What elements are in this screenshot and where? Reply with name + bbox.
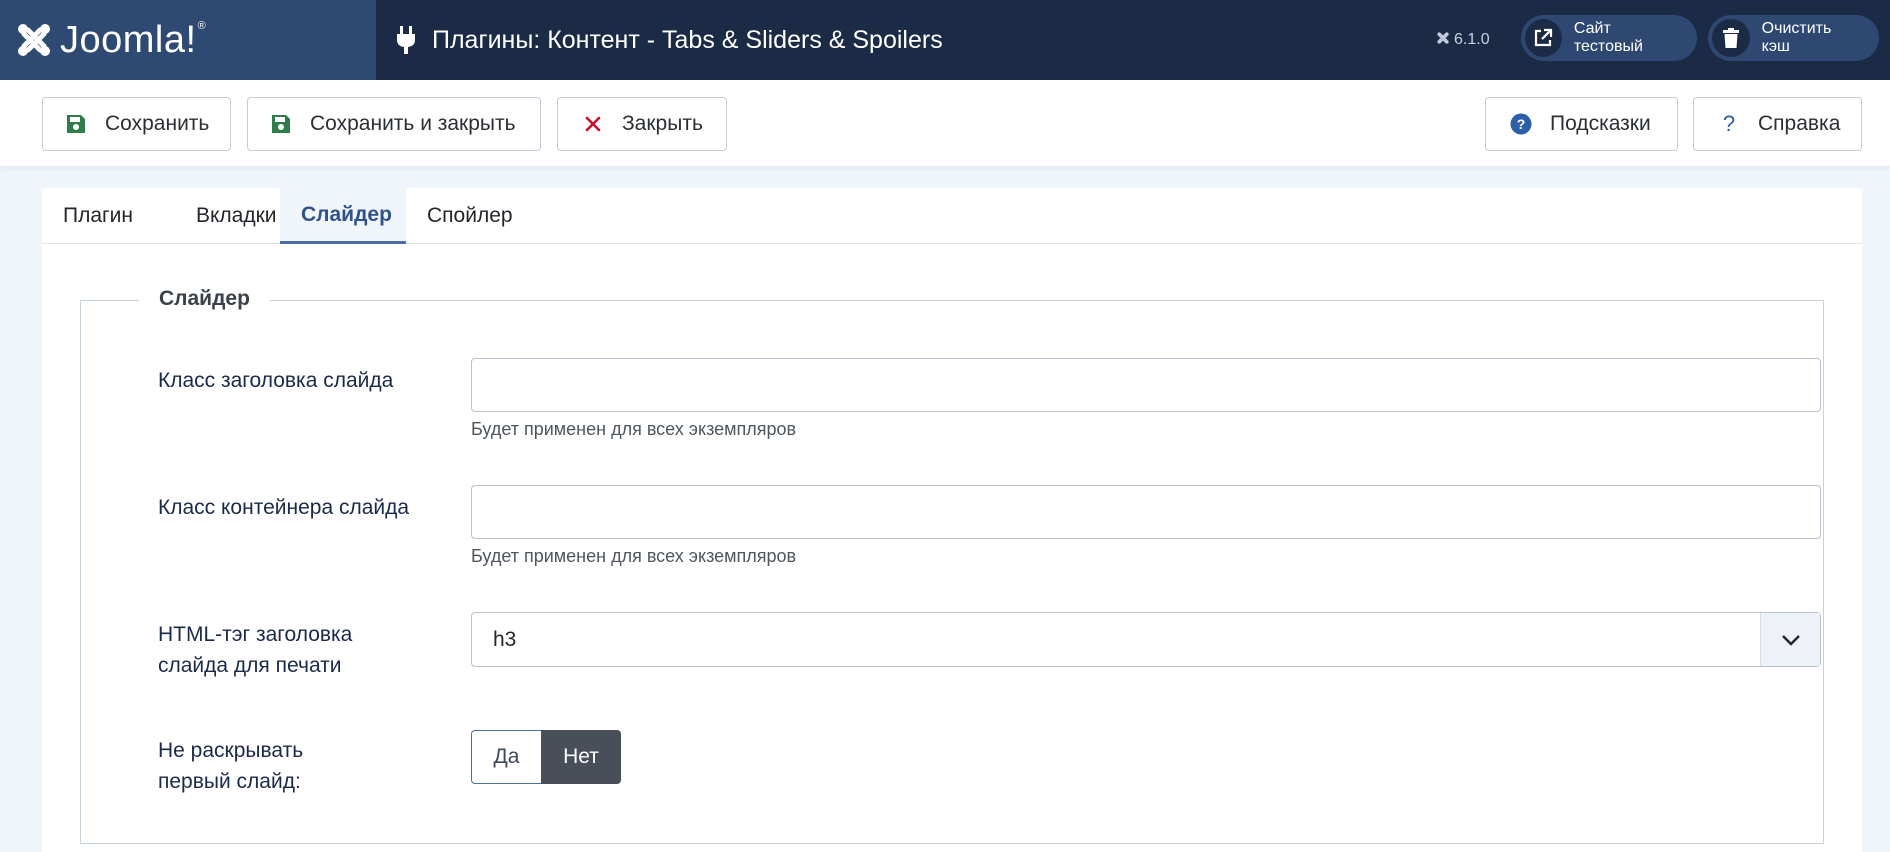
joomla-small-icon bbox=[1436, 31, 1454, 50]
toolbar: Сохранить Сохранить и закрыть Закрыть ? … bbox=[0, 80, 1890, 166]
close-label: Закрыть bbox=[622, 112, 703, 135]
title-class-hint: Будет применен для всех экземпляров bbox=[471, 419, 797, 439]
option-no[interactable]: Нет bbox=[541, 730, 621, 784]
page-title: Плагины: Контент - Tabs & Sliders & Spoi… bbox=[432, 25, 943, 54]
print-tag-label: HTML-тэг заголовка слайда для печати bbox=[158, 619, 352, 681]
print-tag-label-line2: слайда для печати bbox=[158, 654, 342, 677]
joomla-logo-icon bbox=[14, 20, 54, 60]
tab-slider[interactable]: Слайдер bbox=[280, 188, 406, 244]
help-label: Справка bbox=[1758, 112, 1841, 135]
question-icon: ? bbox=[1718, 113, 1740, 135]
top-header: Joomla! ® Плагины: Контент - Tabs & Slid… bbox=[0, 0, 1890, 80]
title-class-label: Класс заголовка слайда bbox=[158, 369, 394, 392]
trash-icon bbox=[1712, 19, 1750, 57]
page-title-area: Плагины: Контент - Tabs & Sliders & Spoi… bbox=[394, 0, 943, 80]
version-number: 6.1.0 bbox=[1454, 31, 1490, 48]
tab-bar: Плагин Вкладки Слайдер Спойлер bbox=[42, 188, 1862, 244]
view-site-label: Сайт тестовый bbox=[1573, 20, 1643, 55]
chevron-down-icon bbox=[1760, 613, 1820, 666]
container-class-input[interactable] bbox=[471, 485, 1821, 539]
svg-text:?: ? bbox=[1723, 113, 1735, 135]
print-tag-value: h3 bbox=[493, 627, 517, 651]
plugin-settings-card: Плагин Вкладки Слайдер Спойлер Слайдер К… bbox=[42, 188, 1862, 852]
option-yes[interactable]: Да bbox=[471, 730, 541, 784]
view-site-button[interactable]: Сайт тестовый bbox=[1521, 15, 1697, 61]
print-tag-label-line1: HTML-тэг заголовка bbox=[158, 623, 353, 646]
save-and-close-button[interactable]: Сохранить и закрыть bbox=[247, 97, 541, 151]
close-button[interactable]: Закрыть bbox=[557, 97, 727, 151]
tab-spoiler[interactable]: Спойлер bbox=[406, 188, 534, 244]
svg-text:?: ? bbox=[1517, 116, 1526, 132]
save-button[interactable]: Сохранить bbox=[42, 97, 231, 151]
save-label: Сохранить bbox=[105, 112, 210, 135]
no-expand-first-label-line1: Не раскрывать bbox=[158, 739, 304, 762]
external-link-icon bbox=[1525, 19, 1562, 57]
save-icon bbox=[65, 113, 87, 135]
brand-name: Joomla! bbox=[60, 18, 197, 61]
tips-button[interactable]: ? Подсказки bbox=[1485, 97, 1678, 151]
version-info: 6.1.0 bbox=[1436, 26, 1490, 54]
plug-icon bbox=[394, 25, 418, 55]
question-circle-icon: ? bbox=[1510, 113, 1532, 135]
save-icon bbox=[270, 113, 292, 135]
tab-plugin[interactable]: Плагин bbox=[42, 188, 154, 244]
title-class-input[interactable] bbox=[471, 358, 1821, 412]
clear-cache-button[interactable]: Очистить кэш bbox=[1708, 15, 1879, 61]
tips-label: Подсказки bbox=[1550, 112, 1651, 135]
print-tag-select[interactable]: h3 bbox=[471, 612, 1821, 667]
save-and-close-label: Сохранить и закрыть bbox=[310, 112, 516, 135]
slider-fieldset: Слайдер Класс заголовка слайда Будет при… bbox=[80, 287, 1824, 844]
brand-registered-mark: ® bbox=[197, 20, 206, 32]
container-class-label: Класс контейнера слайда bbox=[158, 496, 410, 519]
no-expand-first-label-line2: первый слайд: bbox=[158, 770, 301, 793]
no-expand-first-switcher: Да Нет bbox=[471, 730, 621, 784]
close-icon bbox=[582, 113, 604, 135]
container-class-hint: Будет применен для всех экземпляров bbox=[471, 546, 797, 566]
fieldset-legend: Слайдер bbox=[139, 287, 270, 311]
no-expand-first-label: Не раскрывать первый слайд: bbox=[158, 735, 303, 797]
clear-cache-label: Очистить кэш bbox=[1761, 20, 1832, 55]
joomla-brand[interactable]: Joomla! ® bbox=[0, 0, 376, 80]
help-button[interactable]: ? Справка bbox=[1693, 97, 1862, 151]
